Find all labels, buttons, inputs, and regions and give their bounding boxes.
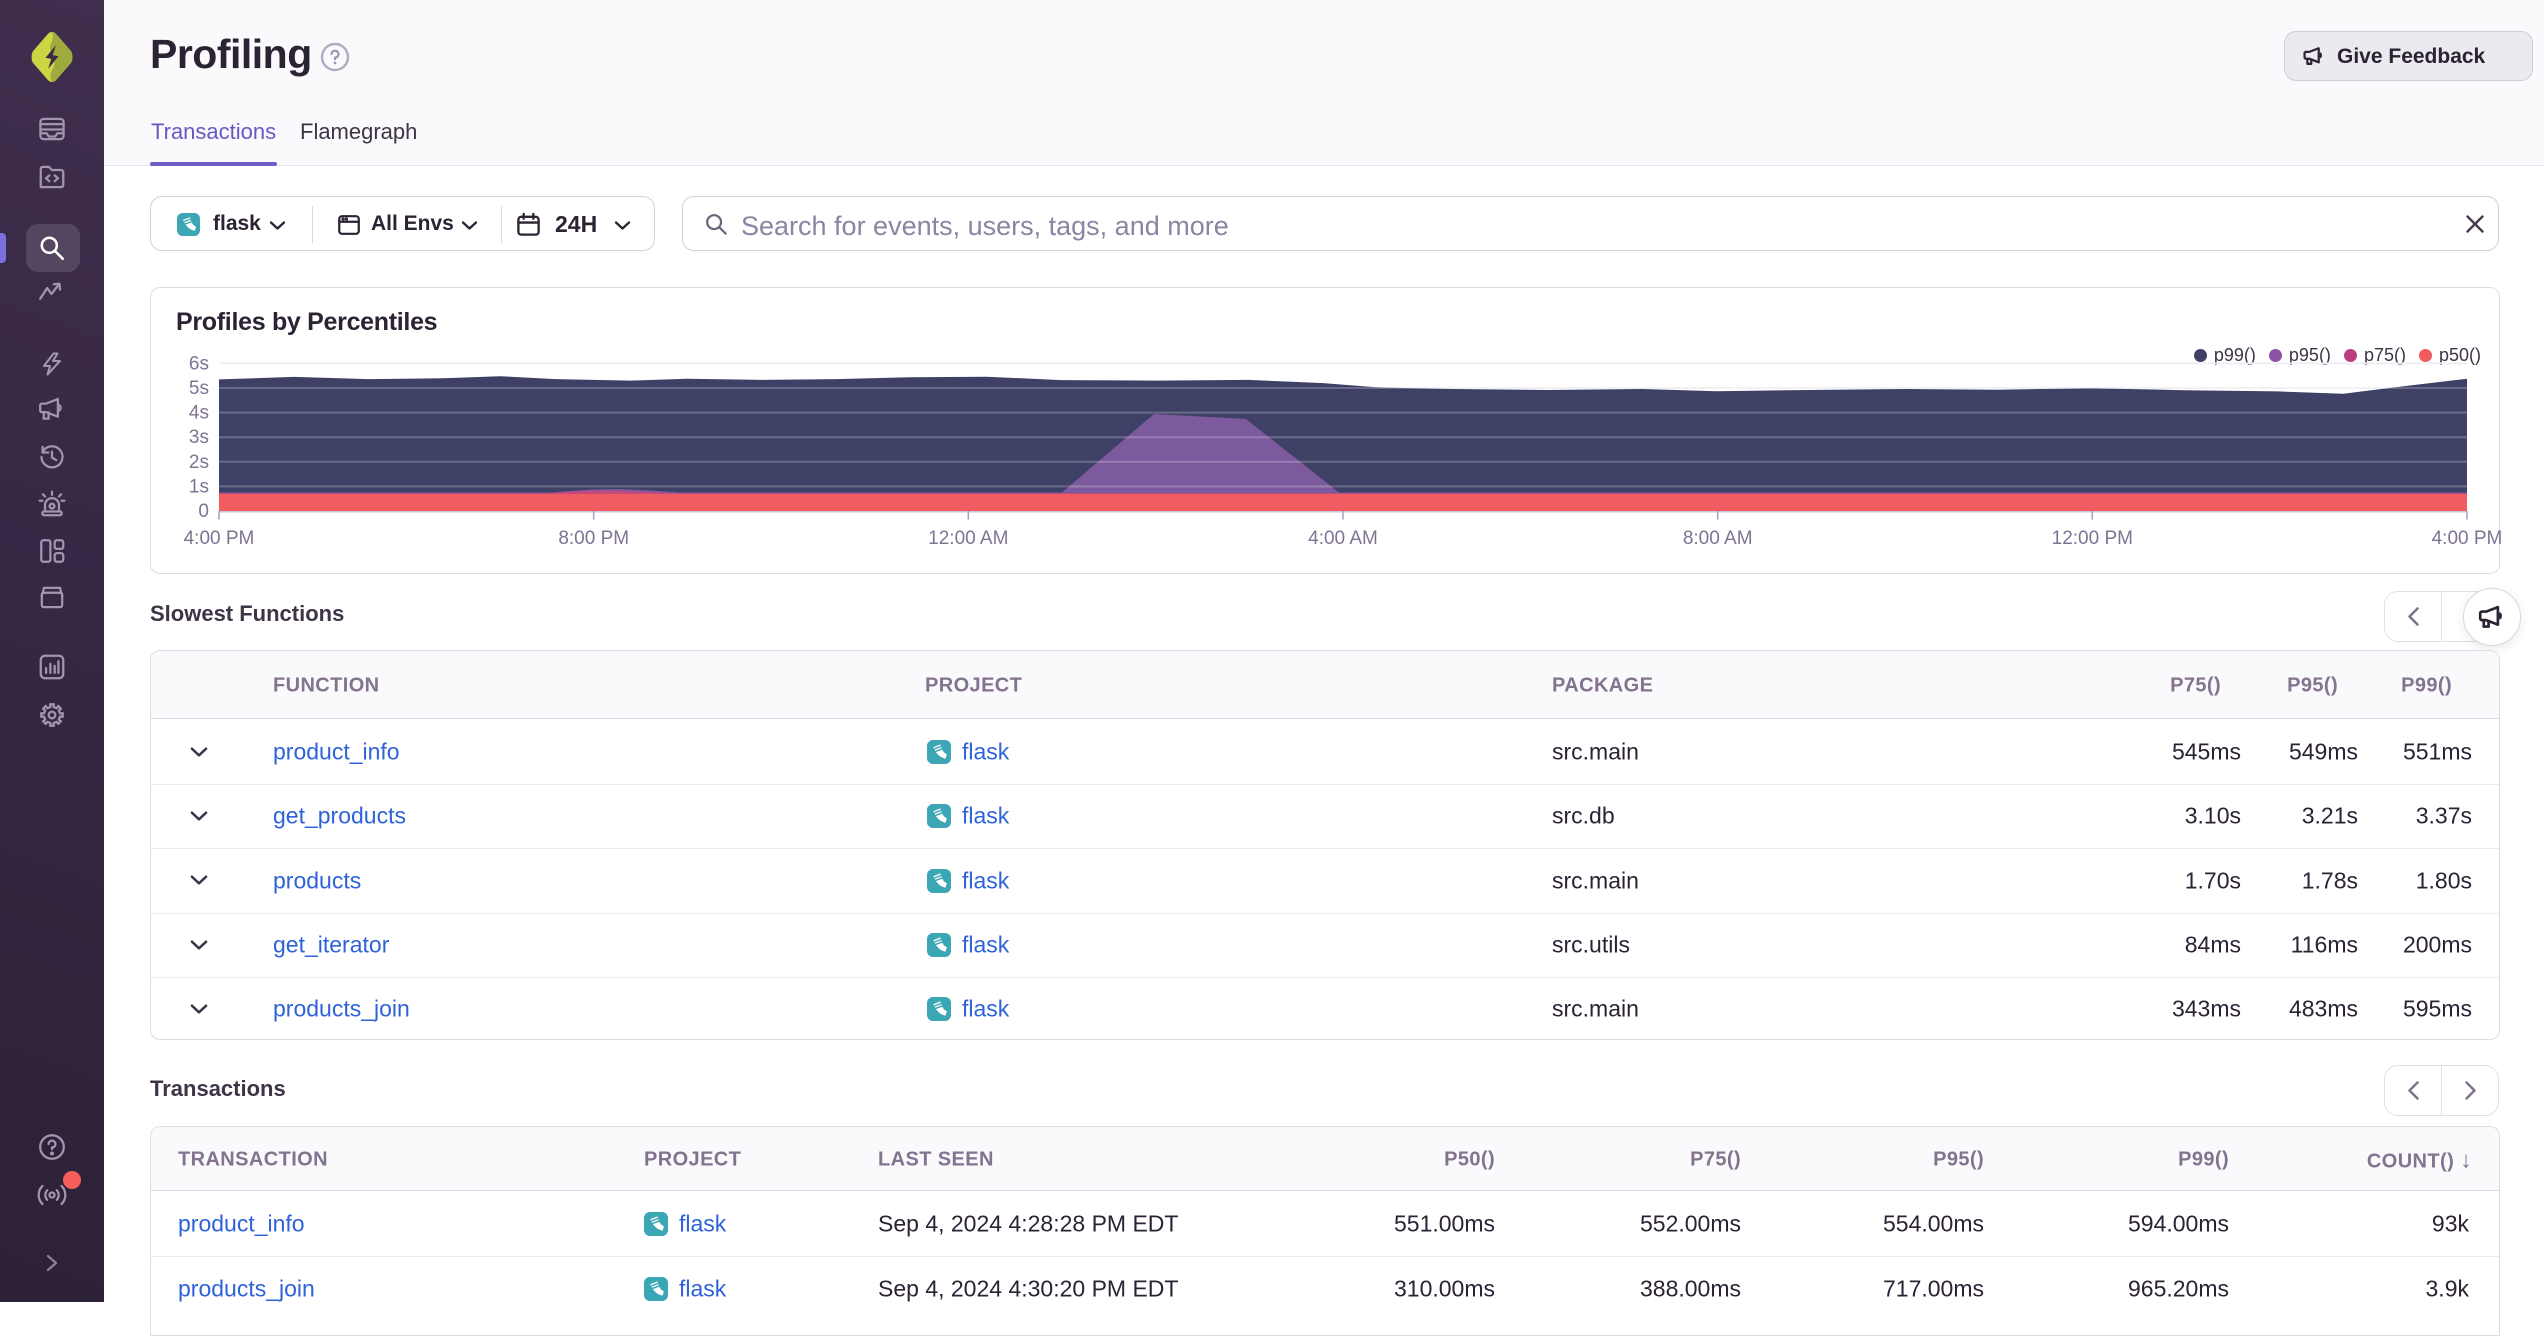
svg-text:4:00 PM: 4:00 PM	[2432, 528, 2503, 549]
svg-text:4:00 PM: 4:00 PM	[184, 528, 255, 549]
svg-text:8:00 PM: 8:00 PM	[558, 528, 629, 549]
svg-text:3s: 3s	[189, 427, 209, 448]
svg-text:0: 0	[198, 501, 209, 522]
svg-text:4:00 AM: 4:00 AM	[1308, 528, 1378, 549]
svg-text:6s: 6s	[189, 353, 209, 374]
svg-text:8:00 AM: 8:00 AM	[1683, 528, 1753, 549]
svg-text:12:00 PM: 12:00 PM	[2052, 528, 2133, 549]
svg-text:5s: 5s	[189, 378, 209, 399]
svg-text:1s: 1s	[189, 476, 209, 497]
svg-text:4s: 4s	[189, 403, 209, 424]
svg-text:12:00 AM: 12:00 AM	[928, 528, 1008, 549]
svg-text:2s: 2s	[189, 452, 209, 473]
